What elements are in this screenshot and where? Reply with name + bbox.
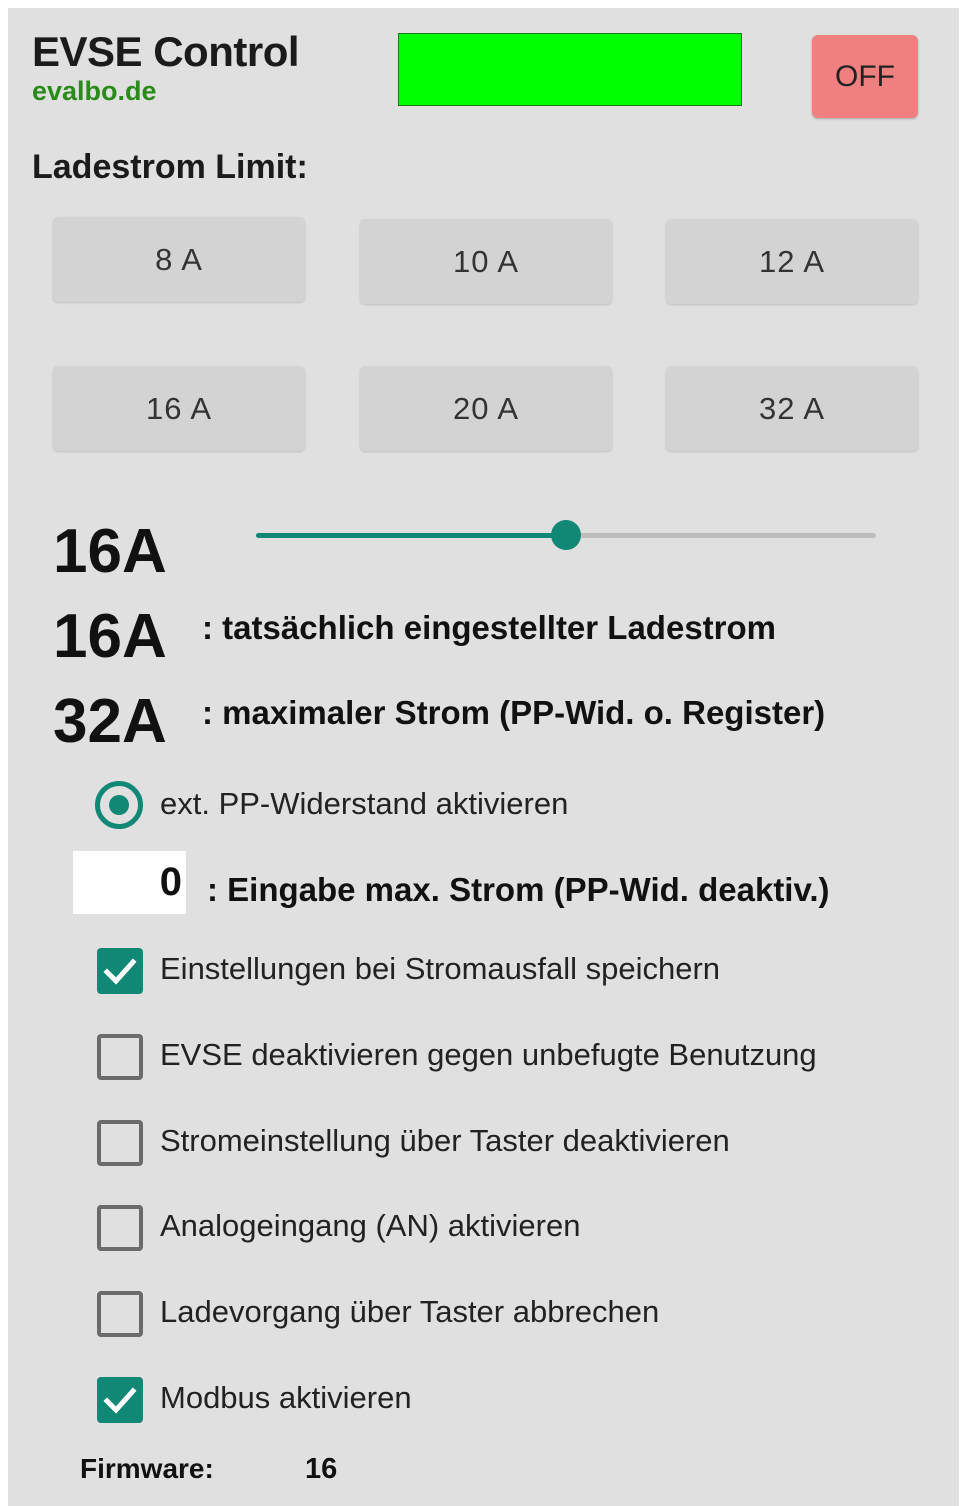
off-button[interactable]: OFF: [812, 35, 918, 118]
pp-resistor-radio[interactable]: [95, 781, 143, 829]
status-indicator: [398, 33, 742, 106]
analog-input-checkbox[interactable]: [97, 1205, 143, 1251]
firmware-label: Firmware:: [80, 1453, 214, 1484]
button-current-disable-checkbox[interactable]: [97, 1120, 143, 1166]
save-settings-label: Einstellungen bei Stromausfall speichern: [160, 951, 721, 986]
checkmark-icon: [103, 958, 137, 985]
slider-thumb[interactable]: [551, 520, 581, 550]
button-current-disable-label: Stromeinstellung über Taster deaktiviere…: [160, 1123, 730, 1158]
analog-input-label: Analogeingang (AN) aktivieren: [160, 1208, 581, 1243]
modbus-checkbox[interactable]: [97, 1377, 143, 1423]
firmware-value: 16: [305, 1453, 338, 1485]
disable-evse-label: EVSE deaktivieren gegen unbefugte Benutz…: [160, 1037, 817, 1072]
abort-charging-checkbox[interactable]: [97, 1291, 143, 1337]
modbus-label: Modbus aktivieren: [160, 1380, 412, 1415]
radio-dot: [109, 795, 129, 815]
actual-current-desc: : tatsächlich eingestellter Ladestrom: [202, 609, 777, 646]
disable-evse-checkbox[interactable]: [97, 1034, 143, 1080]
current-slider[interactable]: [256, 520, 876, 550]
current-limit-label: Ladestrom Limit:: [32, 148, 308, 186]
preset-32a-button[interactable]: 32 A: [666, 366, 918, 451]
preset-8a-button[interactable]: 8 A: [53, 217, 305, 302]
slider-value: 16A: [53, 517, 167, 586]
max-current-value: 32A: [53, 687, 167, 756]
preset-12a-button[interactable]: 12 A: [666, 219, 918, 304]
app-subtitle-link[interactable]: evalbo.de: [32, 76, 157, 107]
abort-charging-label: Ladevorgang über Taster abbrechen: [160, 1294, 660, 1329]
max-current-input[interactable]: 0: [73, 851, 186, 914]
checkmark-icon: [103, 1387, 137, 1414]
preset-10a-button[interactable]: 10 A: [360, 219, 612, 304]
max-current-input-desc: : Eingabe max. Strom (PP-Wid. deaktiv.): [207, 871, 830, 908]
actual-current-value: 16A: [53, 602, 167, 671]
max-current-desc: : maximaler Strom (PP-Wid. o. Register): [202, 694, 826, 731]
app-title: EVSE Control: [32, 28, 300, 75]
slider-fill: [256, 533, 566, 538]
preset-16a-button[interactable]: 16 A: [53, 366, 305, 451]
save-settings-checkbox[interactable]: [97, 948, 143, 994]
preset-20a-button[interactable]: 20 A: [360, 366, 612, 451]
pp-resistor-label: ext. PP-Widerstand aktivieren: [160, 786, 569, 821]
